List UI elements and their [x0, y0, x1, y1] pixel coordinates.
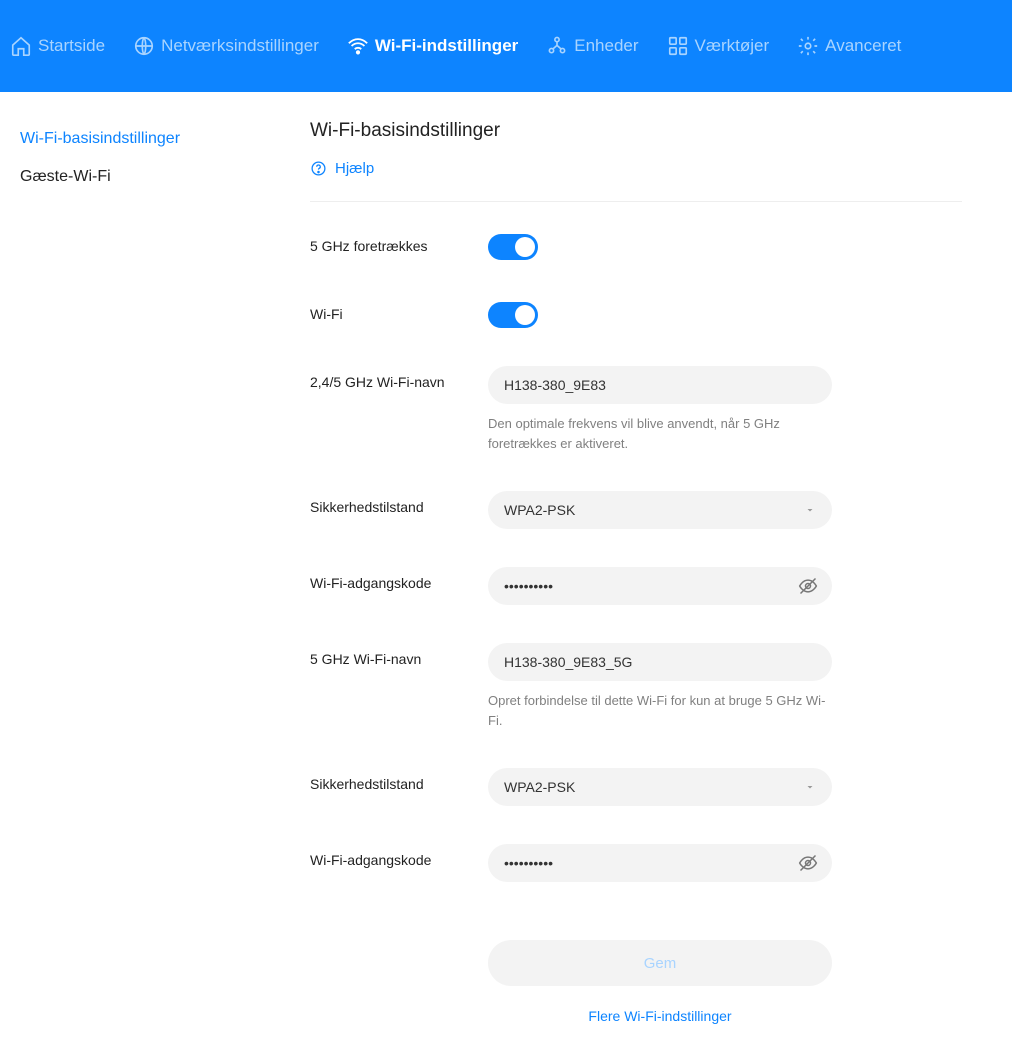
- ssid24-hint: Den optimale frekvens vil blive anvendt,…: [488, 414, 832, 453]
- nav-devices-label: Enheder: [574, 36, 638, 56]
- nav-wifi-label: Wi-Fi-indstillinger: [375, 36, 518, 56]
- save-button[interactable]: Gem: [488, 940, 832, 986]
- nav-network-label: Netværksindstillinger: [161, 36, 319, 56]
- nav-network[interactable]: Netværksindstillinger: [133, 35, 319, 57]
- nav-home[interactable]: Startside: [10, 35, 105, 57]
- security5-select[interactable]: [488, 768, 832, 806]
- ssid5-label: 5 GHz Wi-Fi-navn: [310, 643, 488, 667]
- sidebar-item-basic[interactable]: Wi-Fi-basisindstillinger: [20, 120, 240, 158]
- nav-advanced[interactable]: Avanceret: [797, 35, 901, 57]
- top-nav: Startside Netværksindstillinger Wi-Fi-in…: [0, 0, 1012, 92]
- ssid24-label: 2,4/5 GHz Wi-Fi-navn: [310, 366, 488, 390]
- security5-label: Sikkerhedstilstand: [310, 768, 488, 792]
- help-icon: [310, 160, 327, 177]
- help-link[interactable]: Hjælp: [310, 160, 962, 202]
- help-label: Hjælp: [335, 160, 374, 177]
- nav-advanced-label: Avanceret: [825, 36, 901, 56]
- eye-off-icon[interactable]: [798, 576, 818, 596]
- content: Wi-Fi-basisindstillinger Hjælp 5 GHz for…: [260, 92, 1012, 1064]
- password-label: Wi-Fi-adgangskode: [310, 567, 488, 591]
- page-title: Wi-Fi-basisindstillinger: [310, 120, 962, 142]
- devices-icon: [546, 35, 568, 57]
- gear-icon: [797, 35, 819, 57]
- security-label: Sikkerhedstilstand: [310, 491, 488, 515]
- eye-off-icon[interactable]: [798, 853, 818, 873]
- nav-wifi[interactable]: Wi-Fi-indstillinger: [347, 35, 518, 57]
- ssid5-input[interactable]: [488, 643, 832, 681]
- globe-icon: [133, 35, 155, 57]
- nav-home-label: Startside: [38, 36, 105, 56]
- ssid24-input[interactable]: [488, 366, 832, 404]
- security-select[interactable]: [488, 491, 832, 529]
- sidebar-item-guest[interactable]: Gæste-Wi-Fi: [20, 158, 240, 196]
- wifi-icon: [347, 35, 369, 57]
- security5-value[interactable]: [488, 768, 832, 806]
- password5-input[interactable]: [488, 844, 832, 882]
- password5-label: Wi-Fi-adgangskode: [310, 844, 488, 868]
- prefer5-label: 5 GHz foretrækkes: [310, 230, 488, 254]
- wifi-enable-label: Wi-Fi: [310, 298, 488, 322]
- home-icon: [10, 35, 32, 57]
- tools-icon: [667, 35, 689, 57]
- wifi-toggle[interactable]: [488, 302, 538, 328]
- sidebar: Wi-Fi-basisindstillinger Gæste-Wi-Fi: [0, 92, 260, 1064]
- nav-tools[interactable]: Værktøjer: [667, 35, 770, 57]
- more-settings-link[interactable]: Flere Wi-Fi-indstillinger: [488, 1008, 832, 1024]
- security-value[interactable]: [488, 491, 832, 529]
- password-input[interactable]: [488, 567, 832, 605]
- sidebar-item-label: Gæste-Wi-Fi: [20, 168, 111, 185]
- nav-devices[interactable]: Enheder: [546, 35, 638, 57]
- nav-tools-label: Værktøjer: [695, 36, 770, 56]
- prefer5-toggle[interactable]: [488, 234, 538, 260]
- ssid5-hint: Opret forbindelse til dette Wi-Fi for ku…: [488, 691, 832, 730]
- sidebar-item-label: Wi-Fi-basisindstillinger: [20, 130, 180, 147]
